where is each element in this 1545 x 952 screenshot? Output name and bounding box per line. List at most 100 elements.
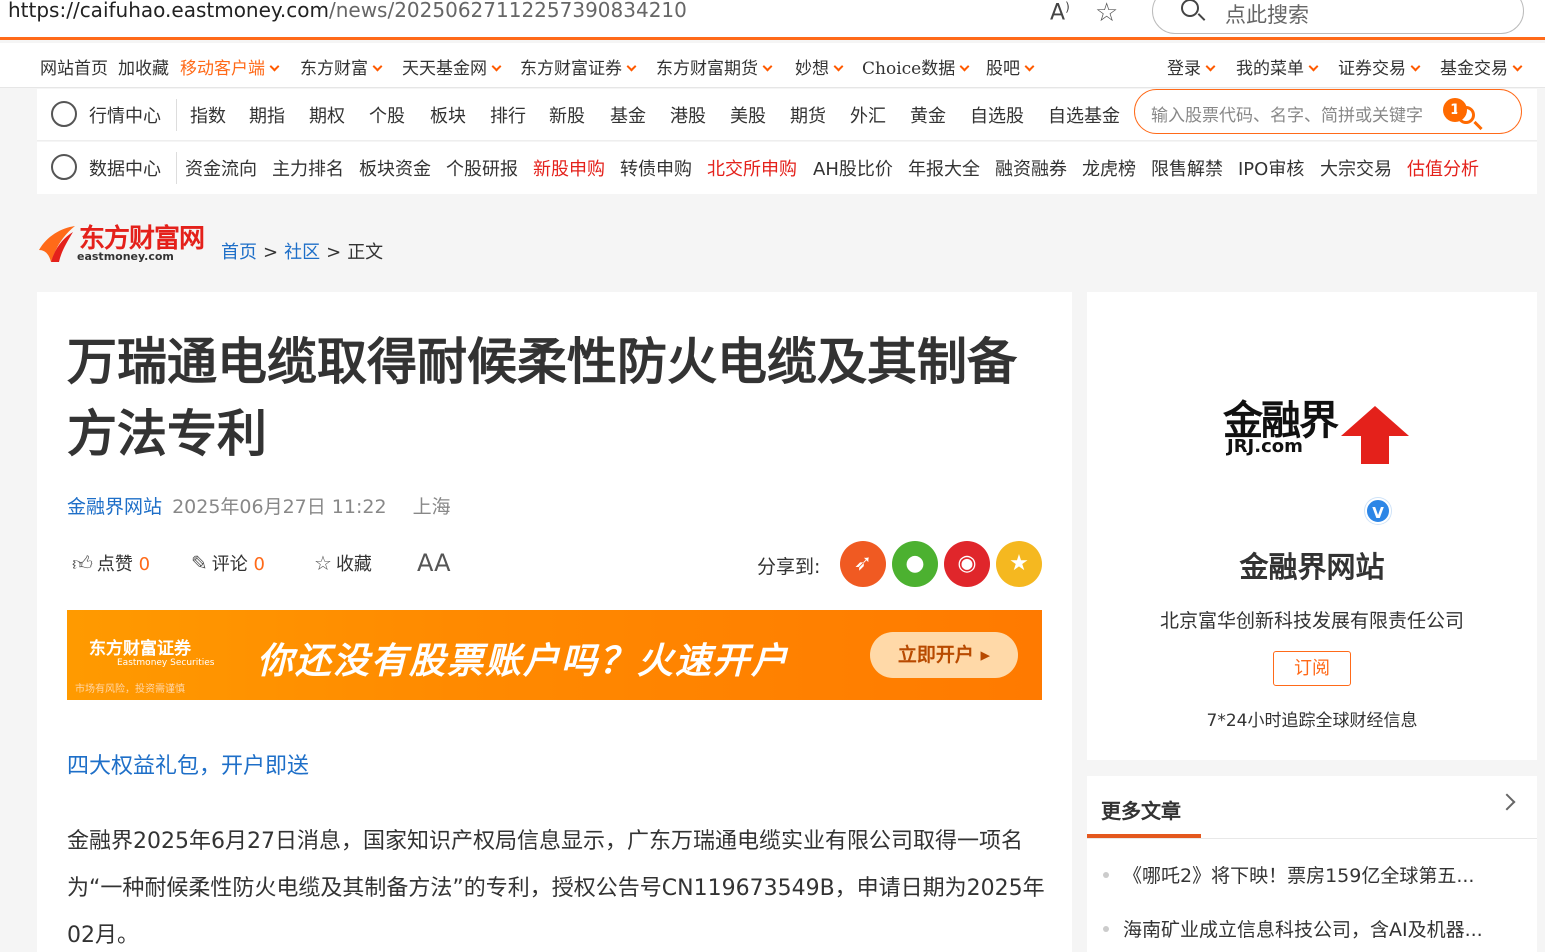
- font-size-button[interactable]: AA: [417, 549, 451, 577]
- like-label: 点赞: [96, 554, 133, 575]
- comment-button[interactable]: ✎ 评论 0: [191, 550, 265, 576]
- quote-link[interactable]: 外汇: [850, 102, 886, 128]
- data-link[interactable]: 大宗交易: [1320, 155, 1392, 181]
- collect-button[interactable]: ☆ 收藏: [314, 550, 372, 576]
- list-item-title: 海南矿业成立信息科技公司，含AI及机器...: [1123, 919, 1483, 941]
- open-account-button[interactable]: 立即开户 ▸: [870, 632, 1018, 678]
- data-link[interactable]: 转债申购: [620, 155, 692, 181]
- share-wechat-icon[interactable]: ●: [892, 541, 938, 587]
- data-link[interactable]: 主力排名: [272, 155, 344, 181]
- stock-search-input[interactable]: 输入股票代码、名字、简拼或关键字 1: [1134, 89, 1522, 134]
- data-link[interactable]: 板块资金: [359, 155, 431, 181]
- share-label: 分享到:: [757, 556, 821, 578]
- quote-center-title[interactable]: 行情中心: [89, 102, 161, 128]
- nav-login-label: 登录: [1167, 59, 1201, 79]
- quote-link[interactable]: 基金: [610, 102, 646, 128]
- open-account-banner[interactable]: 东方财富证券 Eastmoney Securities 市场有风险，投资需谨慎 …: [67, 610, 1042, 700]
- eastmoney-logo-mark: [39, 226, 75, 262]
- chevron-down-icon: [959, 61, 970, 72]
- nav-bookmark[interactable]: 加收藏: [118, 54, 169, 79]
- data-link[interactable]: 新股申购: [533, 155, 605, 181]
- chevron-down-icon: [269, 61, 280, 72]
- nav-fund-trade[interactable]: 基金交易: [1440, 54, 1523, 79]
- nav-tiantian-fund-label: 天天基金网: [402, 59, 487, 79]
- share-eastmoney-icon[interactable]: ➶: [840, 541, 886, 587]
- breadcrumb-community[interactable]: 社区: [284, 242, 320, 263]
- nav-mobile-client[interactable]: 移动客户端: [180, 54, 280, 79]
- data-link[interactable]: AH股比价: [813, 155, 893, 181]
- banner-brand: 东方财富证券: [89, 639, 191, 659]
- author-name[interactable]: 金融界网站: [1087, 544, 1537, 586]
- quote-link[interactable]: 自选基金: [1048, 102, 1120, 128]
- quote-link[interactable]: 期权: [309, 102, 345, 128]
- data-link[interactable]: 限售解禁: [1151, 155, 1223, 181]
- edit-comment-icon: ✎: [191, 551, 208, 575]
- nav-choice[interactable]: Choice数据: [862, 54, 970, 79]
- nav-mobile-client-label: 移动客户端: [180, 59, 265, 79]
- nav-guba[interactable]: 股吧: [986, 54, 1035, 79]
- nav-login[interactable]: 登录: [1167, 54, 1216, 79]
- chevron-down-icon: [372, 61, 383, 72]
- article-body: 金融界2025年6月27日消息，国家知识产权局信息显示，广东万瑞通电缆实业有限公…: [67, 829, 1045, 948]
- quote-link[interactable]: 期货: [790, 102, 826, 128]
- banner-slogan: 你还没有股票账户吗？火速开户: [257, 641, 790, 682]
- data-link[interactable]: 年报大全: [908, 155, 980, 181]
- quote-link[interactable]: 指数: [190, 102, 226, 128]
- jrj-logo[interactable]: 金融界 JRJ.com: [1223, 388, 1409, 474]
- data-center-title[interactable]: 数据中心: [89, 155, 161, 181]
- verified-badge-icon: V: [1365, 498, 1391, 524]
- nav-home[interactable]: 网站首页: [40, 54, 108, 79]
- article-card: 万瑞通电缆取得耐候柔性防火电缆及其制备方法专利 金融界网站 2025年06月27…: [37, 292, 1072, 952]
- quote-link[interactable]: 美股: [730, 102, 766, 128]
- quote-link[interactable]: 期指: [249, 102, 285, 128]
- article-location: 上海: [412, 496, 451, 518]
- jrj-arrow-stem: [1361, 434, 1389, 464]
- read-aloud-icon[interactable]: A): [1050, 0, 1076, 26]
- share-favorite-star-icon[interactable]: ★: [996, 541, 1042, 587]
- quote-link[interactable]: 黄金: [910, 102, 946, 128]
- browser-toolbar: https://caifuhao.eastmoney.com/news/2025…: [0, 0, 1545, 40]
- quote-link[interactable]: 自选股: [970, 102, 1024, 128]
- quote-link[interactable]: 港股: [670, 102, 706, 128]
- eastmoney-logo[interactable]: 东方财富网 eastmoney.com: [37, 218, 207, 268]
- nav-my-menu[interactable]: 我的菜单: [1236, 54, 1319, 79]
- chevron-right-icon[interactable]: [1498, 793, 1516, 811]
- nav-my-menu-label: 我的菜单: [1236, 59, 1304, 79]
- quote-link[interactable]: 新股: [549, 102, 585, 128]
- data-link[interactable]: 融资融券: [995, 155, 1067, 181]
- quote-link[interactable]: 板块: [430, 102, 466, 128]
- article-date: 2025年06月27日 11:22: [172, 496, 387, 518]
- data-link[interactable]: 龙虎榜: [1082, 155, 1136, 181]
- favorite-star-icon[interactable]: ☆: [1095, 0, 1118, 28]
- list-item[interactable]: 海南矿业成立信息科技公司，含AI及机器...: [1103, 915, 1523, 942]
- list-item[interactable]: 《哪吒2》将下映！票房159亿全球第五...: [1103, 861, 1523, 888]
- subscribe-button[interactable]: 订阅: [1273, 651, 1351, 686]
- article-source-link[interactable]: 金融界网站: [67, 496, 162, 518]
- address-bar[interactable]: https://caifuhao.eastmoney.com/news/2025…: [8, 0, 687, 22]
- site-top-nav: 网站首页 加收藏 移动客户端 东方财富 天天基金网 东方财富证券 东方财富期货 …: [0, 43, 1545, 88]
- thumbs-up-icon: 👍︎: [72, 551, 93, 575]
- breadcrumb-home[interactable]: 首页: [221, 242, 257, 263]
- data-link[interactable]: 资金流向: [185, 155, 257, 181]
- data-link[interactable]: 北交所申购: [707, 155, 797, 181]
- nav-stock-trade[interactable]: 证券交易: [1338, 54, 1421, 79]
- author-company: 北京富华创新科技发展有限责任公司: [1159, 610, 1464, 632]
- nav-securities[interactable]: 东方财富证券: [520, 54, 637, 79]
- quote-link[interactable]: 个股: [369, 102, 405, 128]
- browser-search-box[interactable]: 点此搜索: [1152, 0, 1524, 34]
- nav-futures[interactable]: 东方财富期货: [656, 54, 773, 79]
- quote-link[interactable]: 排行: [490, 102, 526, 128]
- breadcrumb-separator: >: [263, 242, 279, 263]
- data-link[interactable]: IPO审核: [1238, 155, 1304, 181]
- list-item-title: 《哪吒2》将下映！票房159亿全球第五...: [1123, 865, 1475, 887]
- search-icon[interactable]: [1457, 106, 1475, 124]
- more-articles-header: 更多文章: [1087, 776, 1537, 839]
- nav-miaoxiang[interactable]: 妙想: [795, 54, 844, 79]
- nav-tiantian-fund[interactable]: 天天基金网: [402, 54, 502, 79]
- like-button[interactable]: 👍︎ 点赞 0: [72, 550, 150, 576]
- promo-link[interactable]: 四大权益礼包，开户即送: [67, 748, 309, 780]
- share-weibo-icon[interactable]: ◉: [944, 541, 990, 587]
- data-link[interactable]: 估值分析: [1407, 155, 1479, 181]
- nav-eastmoney[interactable]: 东方财富: [300, 54, 383, 79]
- data-link[interactable]: 个股研报: [446, 155, 518, 181]
